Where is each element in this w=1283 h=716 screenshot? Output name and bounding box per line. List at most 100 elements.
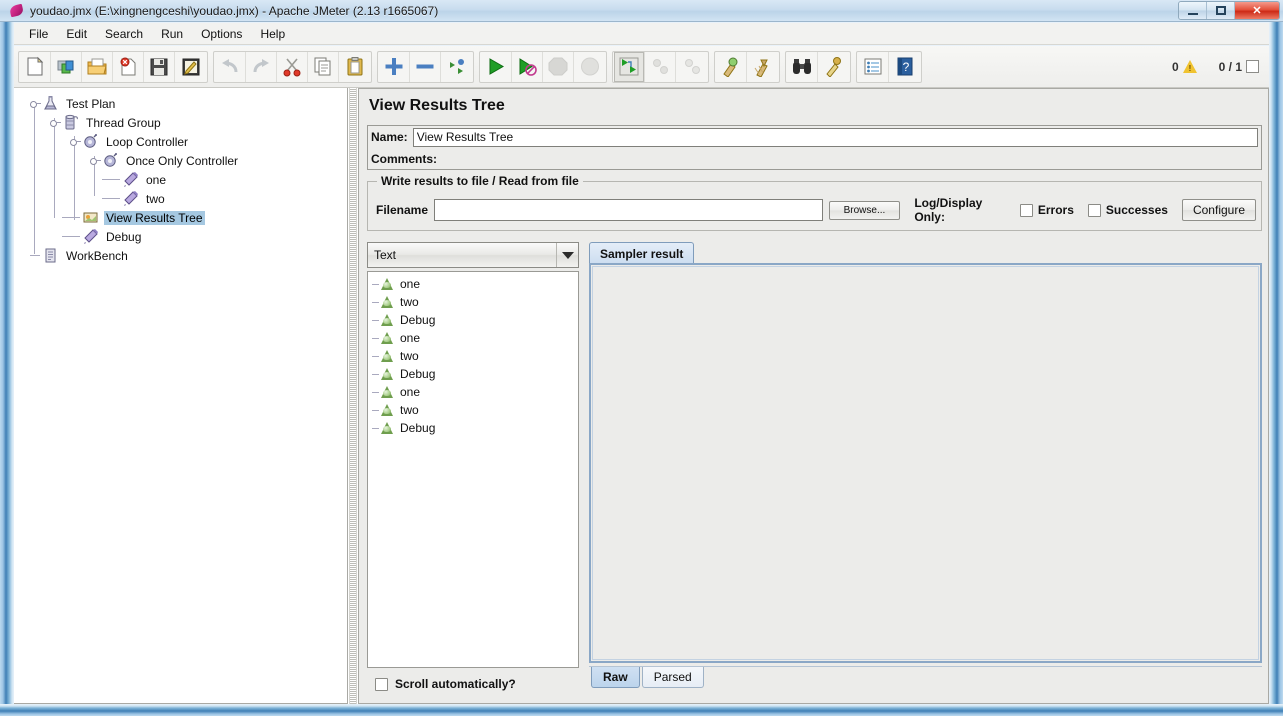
- toolbar-group-clear: [714, 51, 780, 83]
- tab-parsed[interactable]: Parsed: [642, 667, 704, 688]
- results-tree-list[interactable]: one two Debug one: [367, 271, 579, 668]
- open-folder-icon: [86, 56, 108, 77]
- minimize-icon: [1188, 12, 1198, 15]
- menu-options[interactable]: Options: [192, 25, 251, 43]
- success-triangle-icon: [380, 349, 395, 363]
- tree-node-loop-controller[interactable]: Loop Controller: [22, 132, 347, 151]
- maximize-button[interactable]: [1207, 2, 1235, 19]
- menu-search[interactable]: Search: [96, 25, 152, 43]
- filename-label: Filename: [376, 203, 428, 217]
- test-plan-tree-panel[interactable]: Test Plan Thread Group Loop Cont: [14, 88, 348, 704]
- successes-checkbox[interactable]: Successes: [1088, 203, 1168, 217]
- renderer-select[interactable]: Text: [367, 242, 579, 268]
- log-display-only-label: Log/Display Only:: [914, 196, 1014, 224]
- tab-raw[interactable]: Raw: [591, 667, 640, 688]
- list-item[interactable]: one: [368, 383, 578, 401]
- expand-handle[interactable]: [70, 137, 79, 146]
- tree-node-label: WorkBench: [64, 249, 130, 263]
- tree-node-test-plan[interactable]: Test Plan: [22, 94, 347, 113]
- start-button[interactable]: [481, 52, 512, 82]
- tab-sampler-result[interactable]: Sampler result: [589, 242, 694, 264]
- cut-button[interactable]: [277, 52, 308, 82]
- menu-edit[interactable]: Edit: [57, 25, 96, 43]
- stop-button[interactable]: [543, 52, 574, 82]
- tree-node-label: one: [144, 173, 168, 187]
- list-item[interactable]: Debug: [368, 365, 578, 383]
- function-helper-button[interactable]: [858, 52, 889, 82]
- copy-button[interactable]: [308, 52, 339, 82]
- name-input[interactable]: [413, 128, 1258, 147]
- tree-node-label: Debug: [104, 230, 143, 244]
- new-button[interactable]: [20, 52, 51, 82]
- browse-button[interactable]: Browse...: [829, 201, 901, 220]
- toggle-button[interactable]: [441, 52, 472, 82]
- success-triangle-icon: [380, 421, 395, 435]
- errors-checkbox[interactable]: Errors: [1020, 203, 1074, 217]
- tree-node-workbench[interactable]: WorkBench: [22, 246, 347, 265]
- expand-handle[interactable]: [50, 118, 59, 127]
- list-item[interactable]: two: [368, 401, 578, 419]
- sampler-pipette-icon: [122, 171, 139, 188]
- tree-node-label: View Results Tree: [104, 211, 205, 225]
- undo-button[interactable]: [215, 52, 246, 82]
- window-frame-right: [1269, 22, 1283, 716]
- save-as-button[interactable]: [175, 52, 206, 82]
- success-triangle-icon: [380, 277, 395, 291]
- panel-splitter[interactable]: [349, 88, 357, 704]
- scroll-automatically-label: Scroll automatically?: [395, 677, 516, 691]
- menu-run[interactable]: Run: [152, 25, 192, 43]
- paste-button[interactable]: [339, 52, 370, 82]
- tree-node-two[interactable]: two: [22, 189, 347, 208]
- list-item[interactable]: Debug: [368, 419, 578, 437]
- clear-button[interactable]: [716, 52, 747, 82]
- close-button[interactable]: ✕: [1235, 2, 1279, 19]
- open-button[interactable]: [82, 52, 113, 82]
- reset-search-button[interactable]: [818, 52, 849, 82]
- remote-stop-all-button[interactable]: [645, 52, 676, 82]
- start-no-pauses-button[interactable]: [512, 52, 543, 82]
- chevron-down-icon[interactable]: [556, 243, 578, 267]
- expand-all-button[interactable]: [379, 52, 410, 82]
- remote-start-all-button[interactable]: [614, 52, 645, 82]
- save-button[interactable]: [144, 52, 175, 82]
- redo-button[interactable]: [246, 52, 277, 82]
- scroll-automatically-checkbox[interactable]: Scroll automatically?: [367, 674, 579, 694]
- list-item[interactable]: two: [368, 347, 578, 365]
- filename-input[interactable]: [434, 199, 823, 221]
- view-tabstrip: Raw Parsed: [589, 666, 1262, 690]
- list-item[interactable]: Debug: [368, 311, 578, 329]
- search-button[interactable]: [787, 52, 818, 82]
- shutdown-button[interactable]: [574, 52, 605, 82]
- templates-button[interactable]: [51, 52, 82, 82]
- expand-handle[interactable]: [90, 156, 99, 165]
- toolbar: ? 0 ! 0 / 1: [14, 46, 1269, 88]
- expand-handle[interactable]: [30, 99, 39, 108]
- menu-file[interactable]: File: [20, 25, 57, 43]
- toolbar-status: 0 ! 0 / 1: [1169, 60, 1259, 74]
- tree-node-debug[interactable]: Debug: [22, 227, 347, 246]
- clear-all-button[interactable]: [747, 52, 778, 82]
- list-item[interactable]: two: [368, 293, 578, 311]
- remote-shutdown-all-button[interactable]: [676, 52, 707, 82]
- new-document-icon: [24, 56, 46, 77]
- maximize-icon: [1216, 6, 1226, 15]
- menu-help[interactable]: Help: [251, 25, 294, 43]
- list-item[interactable]: one: [368, 275, 578, 293]
- tree-node-once-only-controller[interactable]: Once Only Controller: [22, 151, 347, 170]
- remote-shutdown-all-icon: [681, 56, 703, 77]
- warning-triangle-icon[interactable]: !: [1183, 60, 1197, 73]
- comments-input[interactable]: [441, 150, 1258, 168]
- tree-node-label: Test Plan: [64, 97, 117, 111]
- list-item-label: Debug: [400, 367, 435, 381]
- sampler-result-box[interactable]: [589, 263, 1262, 663]
- configure-button[interactable]: Configure: [1182, 199, 1256, 221]
- tree-node-view-results-tree[interactable]: View Results Tree: [22, 208, 347, 227]
- collapse-all-button[interactable]: [410, 52, 441, 82]
- tree-node-one[interactable]: one: [22, 170, 347, 189]
- tree-node-thread-group[interactable]: Thread Group: [22, 113, 347, 132]
- sampler-pipette-icon: [82, 228, 99, 245]
- list-item[interactable]: one: [368, 329, 578, 347]
- minimize-button[interactable]: [1179, 2, 1207, 19]
- close-document-button[interactable]: [113, 52, 144, 82]
- help-button[interactable]: ?: [889, 52, 920, 82]
